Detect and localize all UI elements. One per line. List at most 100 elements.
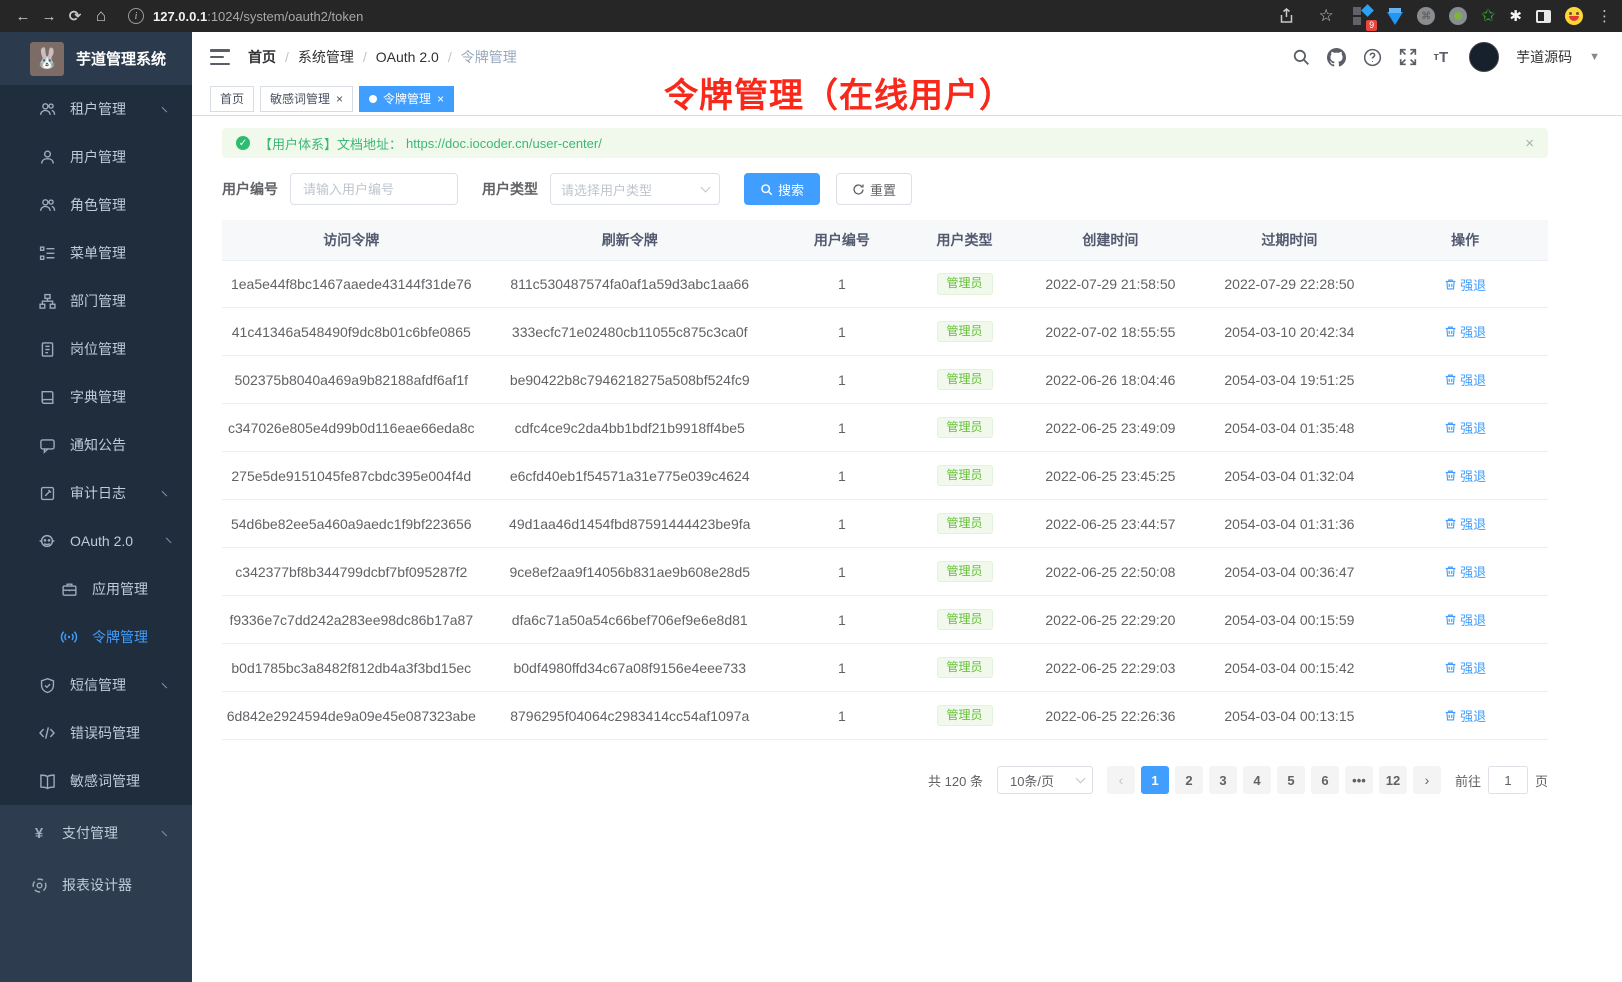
created-time-cell: 2022-06-25 23:45:25 xyxy=(1024,468,1196,484)
sidebar-item-用户管理[interactable]: 用户管理 xyxy=(0,133,192,181)
page-button-6[interactable]: 6 xyxy=(1311,766,1339,794)
force-logout-button[interactable]: 强退 xyxy=(1444,275,1486,294)
sidebar-item-审计日志[interactable]: 审计日志 xyxy=(0,469,192,517)
breadcrumb-separator: / xyxy=(285,49,289,65)
address-bar[interactable]: i 127.0.0.1:1024/system/oauth2/token xyxy=(128,8,1273,24)
share-icon[interactable] xyxy=(1273,3,1299,29)
user-type-tag: 管理员 xyxy=(937,273,993,295)
sidebar-item-菜单管理[interactable]: 菜单管理 xyxy=(0,229,192,277)
breadcrumb-item[interactable]: OAuth 2.0 xyxy=(376,49,439,65)
github-icon[interactable] xyxy=(1327,48,1346,67)
force-logout-button[interactable]: 强退 xyxy=(1444,562,1486,581)
tab-首页[interactable]: 首页 xyxy=(210,86,254,112)
sidebar-menu: 租户管理用户管理角色管理菜单管理部门管理岗位管理字典管理通知公告审计日志OAut… xyxy=(0,85,192,805)
page-size-select[interactable]: 10条/页 xyxy=(997,766,1093,794)
tab-close-icon[interactable]: × xyxy=(437,92,444,106)
page-button-1[interactable]: 1 xyxy=(1141,766,1169,794)
force-logout-button[interactable]: 强退 xyxy=(1444,610,1486,629)
app-logo[interactable]: 🐰 芋道管理系统 xyxy=(0,32,192,85)
browser-menu-icon[interactable]: ⋮ xyxy=(1597,7,1612,25)
sidebar-item-OAuth 2.0[interactable]: OAuth 2.0 xyxy=(0,517,192,565)
force-logout-button[interactable]: 强退 xyxy=(1444,370,1486,389)
sidebar-item-通知公告[interactable]: 通知公告 xyxy=(0,421,192,469)
browser-back-icon[interactable]: ← xyxy=(10,3,36,29)
browser-home-icon[interactable]: ⌂ xyxy=(88,3,114,29)
sidebar-item-短信管理[interactable]: 短信管理 xyxy=(0,661,192,709)
tab-close-icon[interactable]: × xyxy=(336,92,343,106)
alert-close-icon[interactable]: × xyxy=(1525,135,1534,152)
sidebar-menu-bottom: ¥支付管理报表设计器 xyxy=(0,805,192,982)
page-button-5[interactable]: 5 xyxy=(1277,766,1305,794)
profile-emoji-icon[interactable] xyxy=(1565,7,1583,25)
sidebar-item-错误码管理[interactable]: 错误码管理 xyxy=(0,709,192,757)
star-extension-icon[interactable]: ✩ xyxy=(1481,6,1495,26)
user-icon xyxy=(38,148,56,166)
page-button-3[interactable]: 3 xyxy=(1209,766,1237,794)
force-logout-button[interactable]: 强退 xyxy=(1444,658,1486,677)
tab-敏感词管理[interactable]: 敏感词管理× xyxy=(260,86,353,112)
bookmark-star-icon[interactable]: ☆ xyxy=(1313,3,1339,29)
font-size-icon[interactable]: тT xyxy=(1434,49,1449,66)
sidebar-item-令牌管理[interactable]: 令牌管理 xyxy=(0,613,192,661)
force-logout-button[interactable]: 强退 xyxy=(1444,418,1486,437)
side-panel-icon[interactable] xyxy=(1536,10,1551,23)
tab-令牌管理[interactable]: 令牌管理× xyxy=(359,86,454,112)
user-id-input[interactable] xyxy=(290,173,458,205)
search-icon[interactable] xyxy=(1292,48,1310,66)
success-check-icon: ✓ xyxy=(236,136,250,150)
page-button-4[interactable]: 4 xyxy=(1243,766,1271,794)
sidebar-item-租户管理[interactable]: 租户管理 xyxy=(0,85,192,133)
search-button[interactable]: 搜索 xyxy=(744,173,820,205)
main-area: 令牌管理（在线用户） 首页/系统管理/OAuth 2.0/令牌管理 тT xyxy=(192,32,1622,982)
gem-extension-icon[interactable] xyxy=(1387,12,1403,25)
doc-link[interactable]: https://doc.iocoder.cn/user-center/ xyxy=(406,136,602,151)
browser-forward-icon[interactable]: → xyxy=(36,3,62,29)
force-logout-button[interactable]: 强退 xyxy=(1444,322,1486,341)
user-type-cell: 管理员 xyxy=(905,273,1024,295)
user-menu-caret-icon[interactable]: ▼ xyxy=(1589,51,1600,63)
prev-page-button[interactable]: ‹ xyxy=(1107,766,1135,794)
browser-reload-icon[interactable]: ⟳ xyxy=(62,3,88,29)
help-icon[interactable] xyxy=(1363,48,1382,67)
sidebar-item-报表设计器[interactable]: 报表设计器 xyxy=(0,859,192,911)
access-token-cell: c342377bf8b344799dcbf7bf095287f2 xyxy=(222,564,481,580)
trash-icon xyxy=(1444,565,1457,578)
recorder-extension-icon[interactable] xyxy=(1449,7,1467,25)
refresh-token-cell: 333ecfc71e02480cb11055c875c3ca0f xyxy=(481,324,779,340)
next-page-button[interactable]: › xyxy=(1413,766,1441,794)
sidebar-item-敏感词管理[interactable]: 敏感词管理 xyxy=(0,757,192,805)
adblock-extension-icon[interactable]: ✱ xyxy=(1509,7,1522,25)
user-avatar[interactable] xyxy=(1469,42,1499,72)
sidebar-item-支付管理[interactable]: ¥支付管理 xyxy=(0,807,192,859)
site-info-icon[interactable]: i xyxy=(128,8,144,24)
goto-page-input[interactable] xyxy=(1488,766,1528,794)
user-id-cell: 1 xyxy=(779,372,905,388)
reset-button[interactable]: 重置 xyxy=(836,173,912,205)
force-logout-button[interactable]: 强退 xyxy=(1444,706,1486,725)
force-logout-button[interactable]: 强退 xyxy=(1444,514,1486,533)
user-type-cell: 管理员 xyxy=(905,705,1024,727)
sidebar-item-字典管理[interactable]: 字典管理 xyxy=(0,373,192,421)
page-button-2[interactable]: 2 xyxy=(1175,766,1203,794)
force-logout-button[interactable]: 强退 xyxy=(1444,466,1486,485)
sidebar-item-应用管理[interactable]: 应用管理 xyxy=(0,565,192,613)
command-extension-icon[interactable]: ⌘ xyxy=(1417,7,1435,25)
breadcrumb-item[interactable]: 首页 xyxy=(248,47,276,67)
sidebar-item-部门管理[interactable]: 部门管理 xyxy=(0,277,192,325)
extension-grid-icon[interactable]: 9 xyxy=(1353,6,1373,26)
token-icon xyxy=(60,628,78,646)
expire-time-cell: 2054-03-04 01:35:48 xyxy=(1197,420,1383,436)
user-type-select[interactable]: 请选择用户类型 xyxy=(550,173,720,205)
sidebar-item-角色管理[interactable]: 角色管理 xyxy=(0,181,192,229)
chevron-down-icon xyxy=(162,679,172,689)
username[interactable]: 芋道源码 xyxy=(1516,47,1572,67)
fullscreen-icon[interactable] xyxy=(1399,48,1417,66)
page-ellipsis[interactable]: ••• xyxy=(1345,766,1373,794)
token-table: 访问令牌刷新令牌用户编号用户类型创建时间过期时间操作 1ea5e44f8bc14… xyxy=(222,220,1548,740)
sidebar-item-岗位管理[interactable]: 岗位管理 xyxy=(0,325,192,373)
page-button-12[interactable]: 12 xyxy=(1379,766,1407,794)
collapse-sidebar-icon[interactable] xyxy=(210,49,230,65)
expire-time-cell: 2054-03-04 01:31:36 xyxy=(1197,516,1383,532)
access-token-cell: 54d6be82ee5a460a9aedc1f9bf223656 xyxy=(222,516,481,532)
breadcrumb-item[interactable]: 系统管理 xyxy=(298,47,354,67)
